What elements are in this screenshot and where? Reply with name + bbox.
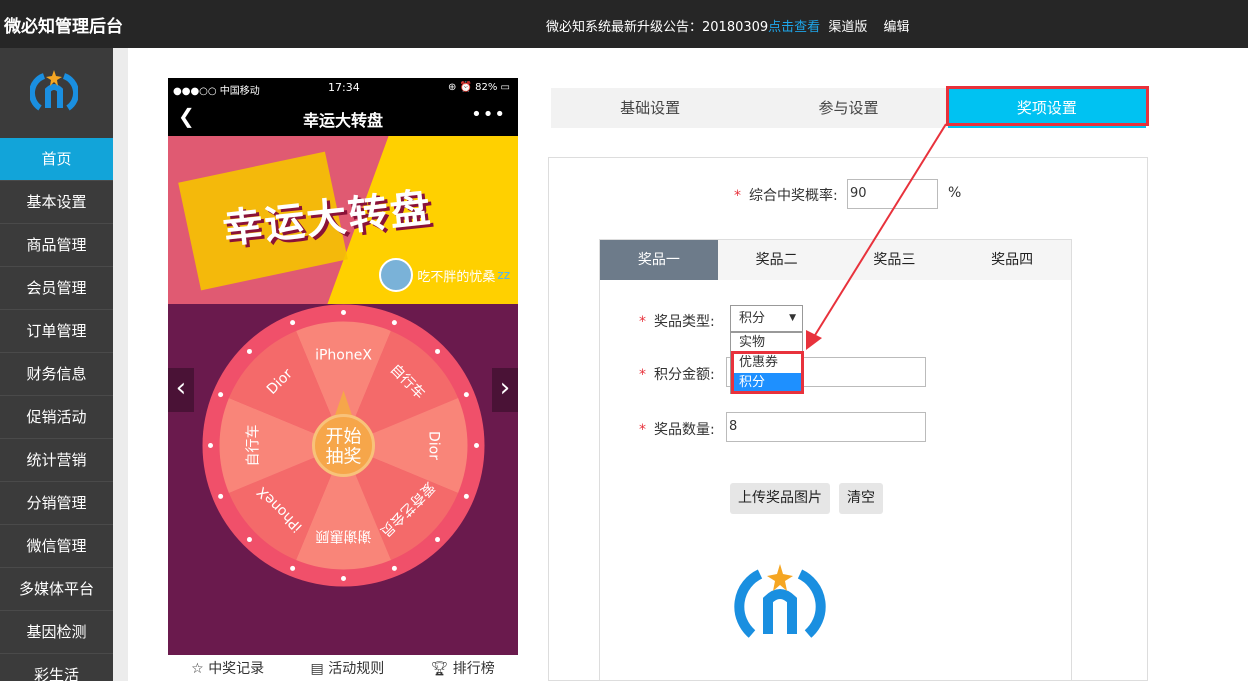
prize-tab-bar: 奖品一 奖品二 奖品三 奖品四 <box>600 240 1071 280</box>
tab-prize-settings[interactable]: 奖项设置 <box>947 88 1146 128</box>
winning-records-link[interactable]: ☆ 中奖记录 <box>191 658 264 678</box>
wheel-light <box>341 576 346 581</box>
tab-participation-settings[interactable]: 参与设置 <box>749 88 947 128</box>
sidebar-item-promotions[interactable]: 促销活动 <box>0 396 113 439</box>
wheel-light <box>435 537 441 543</box>
wheel-light <box>246 348 252 354</box>
sidebar-item-finance[interactable]: 财务信息 <box>0 353 113 396</box>
points-label: 积分金额: <box>654 367 715 383</box>
wheel-light <box>290 320 296 326</box>
channel-label: 渠道版 <box>828 20 868 35</box>
start-draw-label: 开始 <box>326 427 362 448</box>
username: 吃不胖的忧桑 <box>417 269 496 285</box>
prize-quantity-input[interactable]: 8 <box>726 412 926 442</box>
wheel-light <box>208 443 213 448</box>
wheel-light <box>463 493 469 499</box>
option-physical[interactable]: 实物 <box>731 333 802 353</box>
sidebar-item-distribution[interactable]: 分销管理 <box>0 482 113 525</box>
sidebar-item-gene-testing[interactable]: 基因检测 <box>0 611 113 654</box>
wheel-light <box>463 392 469 398</box>
overall-rate-row: * 综合中奖概率: <box>734 188 838 204</box>
sidebar-item-wechat[interactable]: 微信管理 <box>0 525 113 568</box>
prize-type-dropdown: 实物 优惠券 积分 <box>730 332 803 394</box>
avatar <box>379 258 414 292</box>
sidebar-item-colorful-life[interactable]: 彩生活 <box>0 654 113 681</box>
brand-logo-icon[interactable] <box>28 68 80 116</box>
prev-arrow-icon[interactable]: ‹ <box>168 368 194 412</box>
overall-rate-unit: % <box>948 185 962 201</box>
wheel-light <box>246 537 252 543</box>
phone-nav-bar: ❮ 幸运大转盘 ••• <box>168 98 518 136</box>
clock: 17:34 <box>328 81 360 94</box>
option-coupon[interactable]: 优惠券 <box>731 353 802 373</box>
overall-rate-label: 综合中奖概率: <box>749 188 838 204</box>
wheel-light <box>391 565 397 571</box>
prize-type-row: * 奖品类型: <box>639 314 715 330</box>
lottery-banner: 幸运大转盘 吃不胖的忧桑 zz <box>168 136 518 304</box>
leaderboard-link[interactable]: 🏆︎ 排行榜 <box>431 658 495 678</box>
wheel-segment-label: iPhoneX <box>315 348 372 364</box>
carrier: ●●●○○ 中国移动 <box>173 86 260 97</box>
prize-image <box>730 554 830 654</box>
wheel-segment-label: Dior <box>426 431 442 460</box>
activity-rules-link[interactable]: ▤ 活动规则 <box>311 658 385 678</box>
option-points[interactable]: 积分 <box>731 373 802 393</box>
brand-title: 微必知管理后台 <box>4 17 123 37</box>
quantity-label: 奖品数量: <box>654 422 715 438</box>
wheel-light <box>341 310 346 315</box>
wheel-light <box>218 493 224 499</box>
sidebar-menu: 首页 基本设置 商品管理 会员管理 订单管理 财务信息 促销活动 统计营销 分销… <box>0 138 113 681</box>
sidebar-item-members[interactable]: 会员管理 <box>0 267 113 310</box>
battery-level: ⊕ ⏰ 82% ▭ <box>447 82 510 93</box>
sidebar-item-basic-settings[interactable]: 基本设置 <box>0 181 113 224</box>
wheel-light <box>474 443 479 448</box>
upload-prize-image-button[interactable]: 上传奖品图片 <box>730 483 830 514</box>
more-icon[interactable]: ••• <box>471 104 506 125</box>
user-info: 吃不胖的忧桑 zz <box>379 258 510 292</box>
edit-link[interactable]: 编辑 <box>883 20 909 35</box>
wheel-light <box>391 320 397 326</box>
wheel-light <box>435 348 441 354</box>
notice-link[interactable]: 点击查看 <box>768 20 820 35</box>
tab-prize-1[interactable]: 奖品一 <box>600 240 718 280</box>
wheel-segment-label: 自行车 <box>245 425 262 467</box>
dropdown-caret-icon: ▼ <box>789 313 796 323</box>
tab-prize-4[interactable]: 奖品四 <box>953 240 1071 280</box>
sidebar-item-multimedia[interactable]: 多媒体平台 <box>0 568 113 611</box>
sidebar-item-statistics[interactable]: 统计营销 <box>0 439 113 482</box>
wheel-light <box>218 392 224 398</box>
next-arrow-icon[interactable]: › <box>492 368 518 412</box>
prize-type-label: 奖品类型: <box>654 314 715 330</box>
top-bar: 微必知管理后台 微必知系统最新升级公告：20180309点击查看 渠道版 编辑 <box>0 0 1248 48</box>
sidebar-item-products[interactable]: 商品管理 <box>0 224 113 267</box>
start-draw-label: 抽奖 <box>326 447 362 468</box>
notice-bar: 微必知系统最新升级公告：20180309点击查看 渠道版 编辑 <box>546 16 910 35</box>
overall-rate-input[interactable]: 90 <box>847 179 938 209</box>
sidebar: 首页 基本设置 商品管理 会员管理 订单管理 财务信息 促销活动 统计营销 分销… <box>0 48 113 681</box>
tab-prize-2[interactable]: 奖品二 <box>718 240 836 280</box>
phone-status-bar: ●●●○○ 中国移动 17:34 ⊕ ⏰ 82% ▭ <box>168 78 518 98</box>
prize-type-select[interactable]: 积分 ▼ <box>730 305 803 332</box>
tab-basic-settings[interactable]: 基础设置 <box>551 88 749 128</box>
wheel-light <box>290 565 296 571</box>
settings-tabs: 基础设置 参与设置 奖项设置 <box>551 88 1146 128</box>
points-row: * 积分金额: <box>639 367 715 383</box>
sidebar-item-orders[interactable]: 订单管理 <box>0 310 113 353</box>
wheel-segment-label: 谢谢惠顾 <box>316 528 372 544</box>
prize-tabs-panel: 奖品一 奖品二 奖品三 奖品四 <box>599 239 1072 681</box>
quantity-row: * 奖品数量: <box>639 422 715 438</box>
prize-wheel: iPhoneX自行车Dior爱奇艺会员谢谢惠顾iPhoneX自行车Dior开始抽… <box>202 304 485 587</box>
sidebar-item-home[interactable]: 首页 <box>0 138 113 181</box>
phone-bottom-links: ☆ 中奖记录 ▤ 活动规则 🏆︎ 排行榜 <box>168 655 518 681</box>
notice-text: 微必知系统最新升级公告：20180309 <box>546 20 769 35</box>
clear-button[interactable]: 清空 <box>839 483 883 514</box>
phone-page-title: 幸运大转盘 <box>302 111 383 130</box>
prize-logo-icon <box>734 564 826 638</box>
tab-prize-3[interactable]: 奖品三 <box>836 240 954 280</box>
phone-preview: ●●●○○ 中国移动 17:34 ⊕ ⏰ 82% ▭ ❮ 幸运大转盘 ••• 幸… <box>168 78 518 681</box>
sleep-icon: zz <box>497 268 510 282</box>
